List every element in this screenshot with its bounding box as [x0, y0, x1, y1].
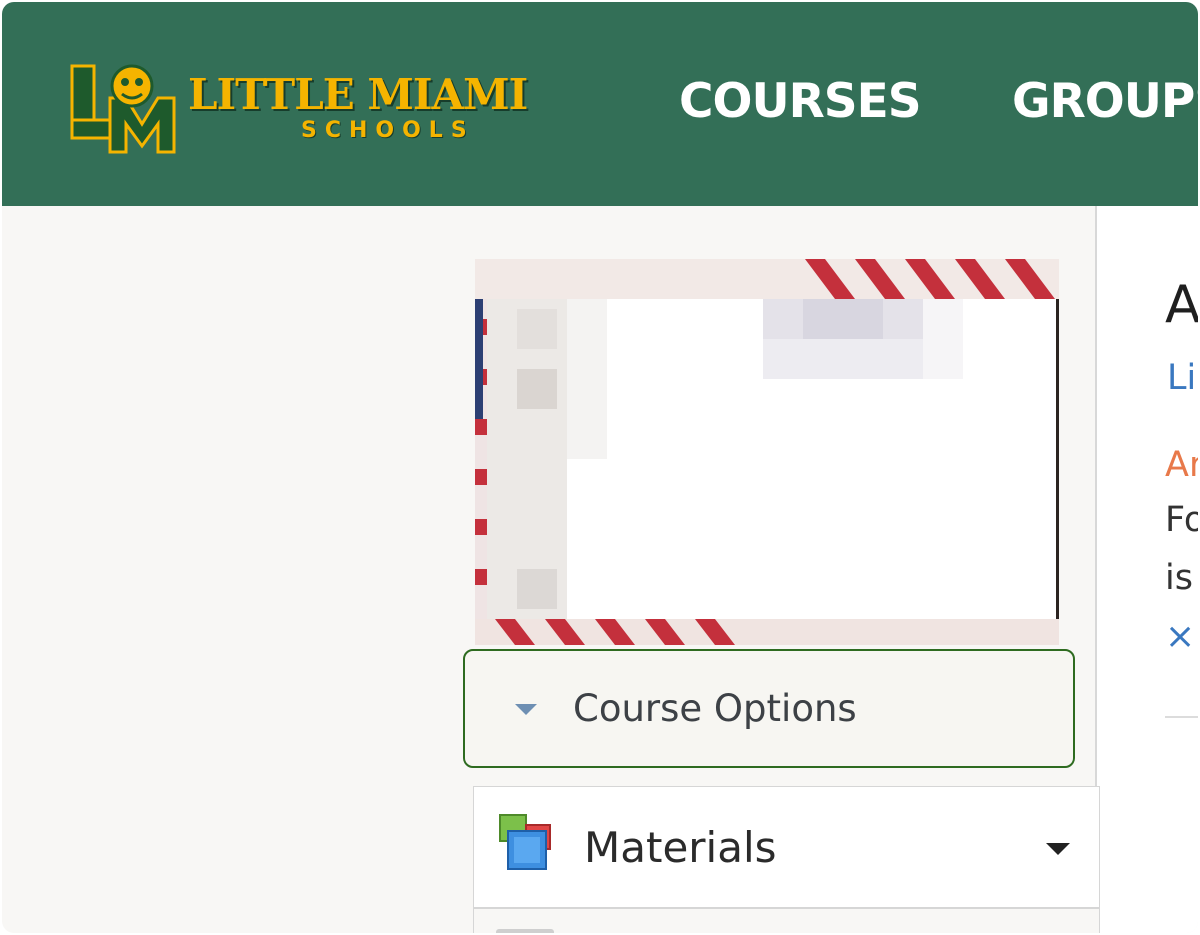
content-divider	[1165, 716, 1198, 718]
chevron-down-icon[interactable]	[1046, 843, 1070, 855]
app-window: LITTLE MIAMI SCHOOLS COURSES GROUPS	[2, 2, 1198, 933]
nav-groups[interactable]: GROUPS	[1012, 74, 1198, 129]
top-header: LITTLE MIAMI SCHOOLS COURSES GROUPS	[2, 2, 1198, 206]
course-options-button[interactable]: Course Options	[463, 649, 1075, 768]
materials-label: Materials	[584, 823, 777, 872]
logo-subtitle: SCHOOLS	[301, 118, 475, 143]
nav-courses[interactable]: COURSES	[679, 74, 922, 129]
announcement-title: Ar	[1165, 445, 1198, 485]
announcement-text: Fo	[1165, 500, 1198, 540]
close-icon[interactable]: ×	[1165, 616, 1195, 657]
logo-wordmark: LITTLE MIAMI	[188, 70, 528, 119]
school-logo[interactable]: LITTLE MIAMI SCHOOLS	[66, 62, 596, 162]
course-title: A	[1165, 275, 1198, 335]
folder-icon	[496, 929, 554, 933]
course-options-label: Course Options	[573, 687, 857, 730]
blur-tile	[567, 299, 607, 459]
blur-tile	[517, 369, 557, 409]
lm-monogram-icon	[70, 64, 176, 154]
redacted-image-overlay	[487, 299, 1056, 619]
blur-tile	[923, 299, 963, 379]
course-link[interactable]: Li	[1167, 358, 1196, 398]
caret-down-icon	[515, 704, 537, 715]
blur-tile	[763, 339, 923, 379]
sidebar-next-item[interactable]	[473, 908, 1100, 933]
blur-tile	[517, 569, 557, 609]
blur-tile	[803, 299, 883, 339]
blur-tile	[517, 309, 557, 349]
announcement-text: is	[1165, 558, 1193, 598]
materials-icon	[499, 814, 551, 870]
materials-menu-item[interactable]: Materials	[473, 786, 1100, 908]
